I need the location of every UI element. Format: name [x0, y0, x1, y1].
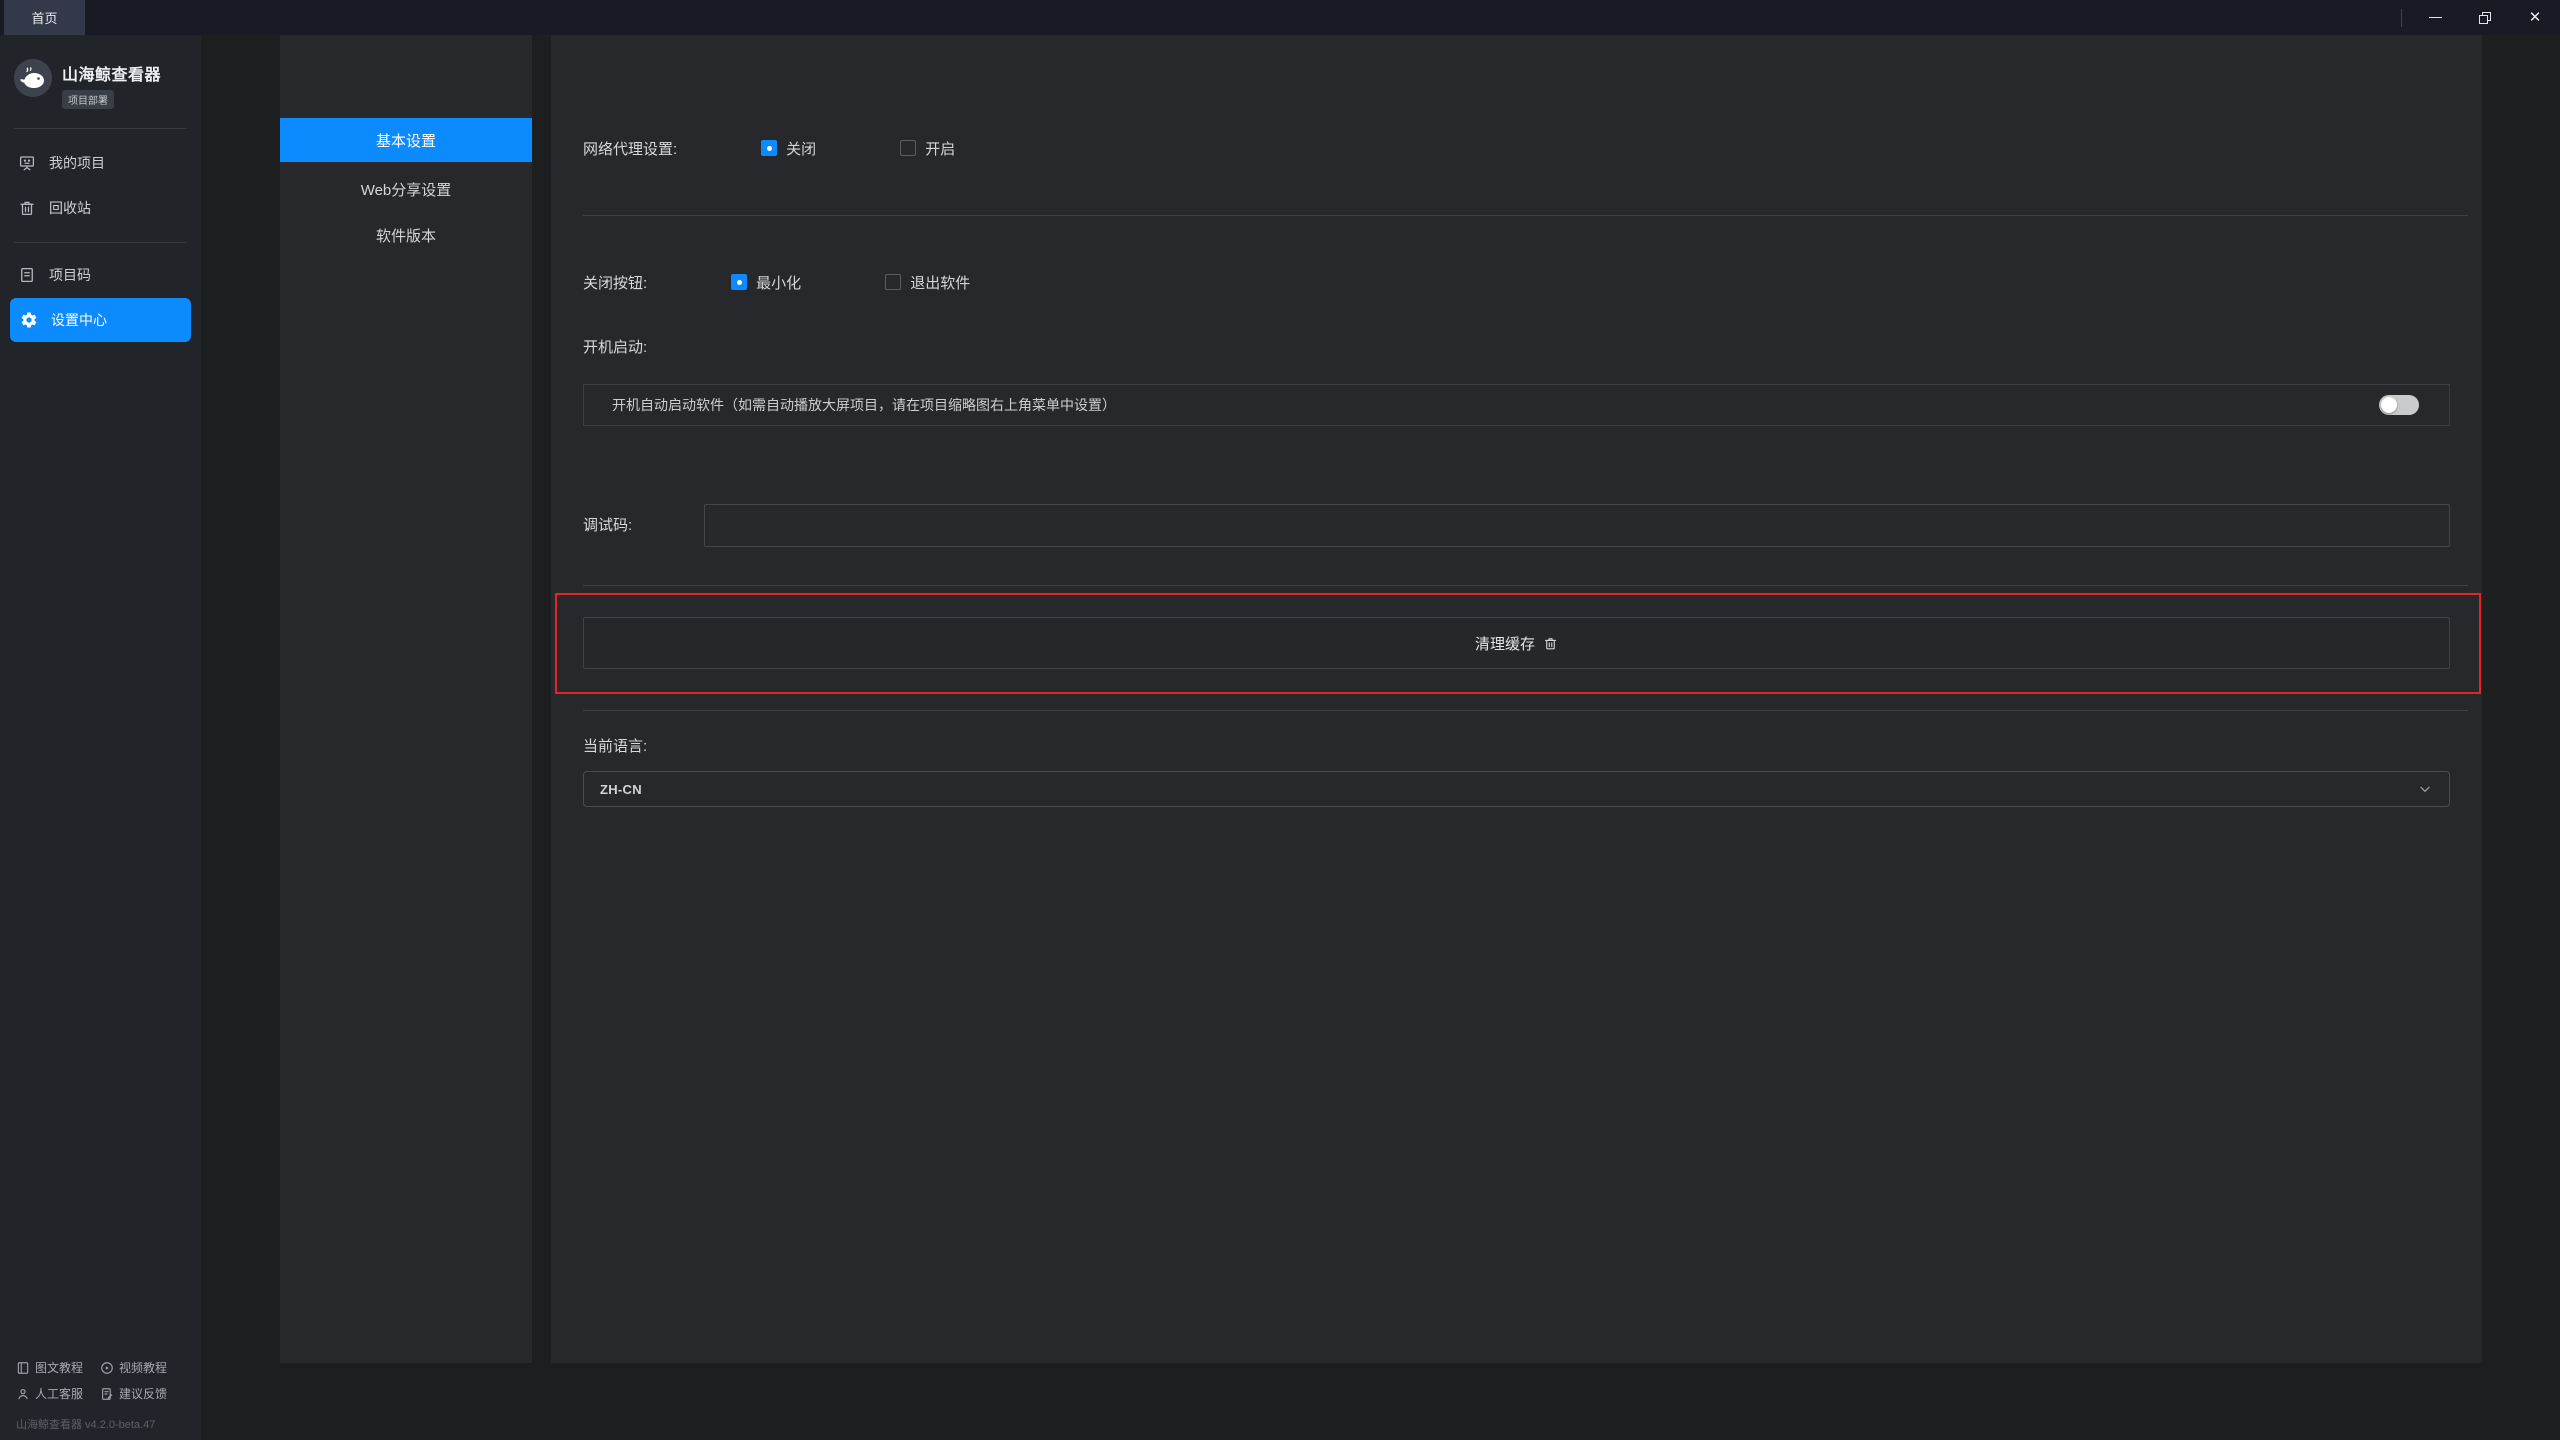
- close-button-row: 关闭按钮: 最小化 退出软件: [583, 263, 2450, 301]
- link-label: 建议反馈: [119, 1387, 168, 1401]
- startup-label-row: 开机启动:: [583, 327, 2450, 365]
- sidebar-item-label: 回收站: [49, 200, 91, 216]
- startup-toggle[interactable]: [2379, 395, 2419, 415]
- sidebar-item-label: 我的项目: [49, 155, 105, 171]
- sidebar-item-settings-center[interactable]: 设置中心: [10, 298, 191, 342]
- sidebar-divider: [14, 128, 187, 129]
- language-label: 当前语言:: [583, 737, 648, 755]
- person-icon: [16, 1387, 30, 1401]
- section-divider: [583, 215, 2468, 216]
- app-badge: 项目部署: [62, 90, 114, 109]
- feedback-icon: [100, 1387, 114, 1401]
- proxy-option-on-label: 开启: [925, 140, 956, 158]
- checkbox-selected-icon[interactable]: [761, 140, 778, 156]
- app-version: 山海鲸查看器 v4.2.0-beta.47: [16, 1419, 156, 1431]
- language-label-row: 当前语言:: [583, 727, 2450, 763]
- sidebar-item-label: 项目码: [49, 267, 91, 283]
- tab-home[interactable]: 首页: [4, 0, 85, 35]
- section-divider: [583, 710, 2468, 711]
- debug-code-label: 调试码:: [583, 517, 633, 534]
- project-code-icon: [18, 266, 36, 284]
- window-controls: ✕: [2401, 0, 2560, 35]
- settings-tab-software-version[interactable]: 软件版本: [280, 213, 532, 257]
- clear-cache-label: 清理缓存: [1474, 635, 1535, 653]
- app-name: 山海鲸查看器: [62, 67, 162, 84]
- link-label: 图文教程: [35, 1361, 84, 1375]
- proxy-option-off-label: 关闭: [786, 140, 817, 158]
- network-proxy-row: 网络代理设置: 关闭 开启: [583, 129, 2450, 167]
- startup-setting-box: 开机自动启动软件（如需自动播放大屏项目，请在项目缩略图右上角菜单中设置）: [583, 384, 2450, 426]
- tab-home-label: 首页: [31, 11, 58, 26]
- close-option-exit[interactable]: 退出软件: [885, 272, 970, 293]
- play-circle-icon: [100, 1361, 114, 1375]
- section-divider: [583, 585, 2468, 586]
- sidebar-item-my-projects[interactable]: 我的项目: [0, 145, 201, 181]
- proxy-option-off[interactable]: 关闭: [761, 138, 816, 159]
- clear-cache-button[interactable]: 清理缓存: [583, 617, 2450, 669]
- settings-content: 网络代理设置: 关闭 开启 关闭按钮: 最小化 退出软件 开机启动: 开机自动启…: [551, 35, 2482, 1363]
- close-option-exit-label: 退出软件: [910, 274, 971, 292]
- settings-nav: 基本设置 Web分享设置 软件版本: [280, 35, 532, 1363]
- close-button[interactable]: ✕: [2510, 0, 2560, 35]
- sidebar: 山海鲸查看器 项目部署 我的项目 回收站 项目码 设置中心 图文教程 视频教程 …: [0, 35, 201, 1440]
- gear-icon: [20, 311, 38, 329]
- debug-code-input[interactable]: [704, 504, 2450, 547]
- title-bar: 首页 ✕: [0, 0, 2560, 35]
- settings-tab-label: Web分享设置: [360, 181, 452, 199]
- language-value: ZH-CN: [600, 781, 642, 797]
- close-option-minimize-label: 最小化: [756, 274, 802, 292]
- trash-icon: [18, 199, 36, 217]
- sidebar-item-recycle-bin[interactable]: 回收站: [0, 190, 201, 226]
- checkbox-selected-icon[interactable]: [731, 274, 748, 290]
- link-label: 人工客服: [35, 1387, 84, 1401]
- checkbox-unselected-icon[interactable]: [900, 140, 917, 156]
- startup-description: 开机自动启动软件（如需自动播放大屏项目，请在项目缩略图右上角菜单中设置）: [612, 397, 1116, 413]
- sidebar-item-project-code[interactable]: 项目码: [0, 257, 201, 293]
- link-label: 视频教程: [119, 1361, 168, 1375]
- language-select[interactable]: ZH-CN: [583, 771, 2450, 807]
- settings-tab-label: 基本设置: [375, 132, 436, 150]
- close-button-label: 关闭按钮:: [583, 274, 648, 292]
- sidebar-item-label: 设置中心: [51, 312, 107, 328]
- book-icon: [16, 1361, 30, 1375]
- settings-tab-basic[interactable]: 基本设置: [280, 118, 532, 162]
- close-icon: ✕: [2528, 9, 2542, 26]
- sidebar-footer: 图文教程 视频教程 人工客服 建议反馈 山海鲸查看器 v4.2.0-beta.4…: [16, 1359, 193, 1432]
- minimize-button[interactable]: [2410, 0, 2460, 35]
- debug-code-row: 调试码:: [583, 504, 2450, 548]
- network-proxy-label: 网络代理设置:: [583, 140, 678, 158]
- close-option-minimize[interactable]: 最小化: [731, 272, 801, 293]
- proxy-option-on[interactable]: 开启: [900, 138, 955, 159]
- checkbox-unselected-icon[interactable]: [885, 274, 902, 290]
- link-feedback[interactable]: 建议反馈: [100, 1385, 193, 1402]
- minimize-icon: [2428, 16, 2442, 19]
- link-video-tutorial[interactable]: 视频教程: [100, 1359, 193, 1376]
- link-text-tutorial[interactable]: 图文教程: [16, 1359, 100, 1376]
- whale-logo-icon: [14, 59, 52, 97]
- restore-icon: [2479, 11, 2491, 24]
- chevron-down-icon: [2417, 781, 2433, 797]
- settings-tab-web-share[interactable]: Web分享设置: [280, 167, 532, 211]
- restore-button[interactable]: [2460, 0, 2510, 35]
- trash-icon: [1543, 636, 1558, 651]
- settings-tab-label: 软件版本: [375, 227, 436, 245]
- controls-divider: [2401, 8, 2402, 27]
- toggle-knob: [2381, 397, 2397, 413]
- projects-board-icon: [18, 154, 36, 172]
- sidebar-divider: [14, 242, 187, 243]
- link-customer-service[interactable]: 人工客服: [16, 1385, 100, 1402]
- startup-label: 开机启动:: [583, 338, 648, 356]
- app-logo-block: 山海鲸查看器 项目部署: [14, 59, 161, 109]
